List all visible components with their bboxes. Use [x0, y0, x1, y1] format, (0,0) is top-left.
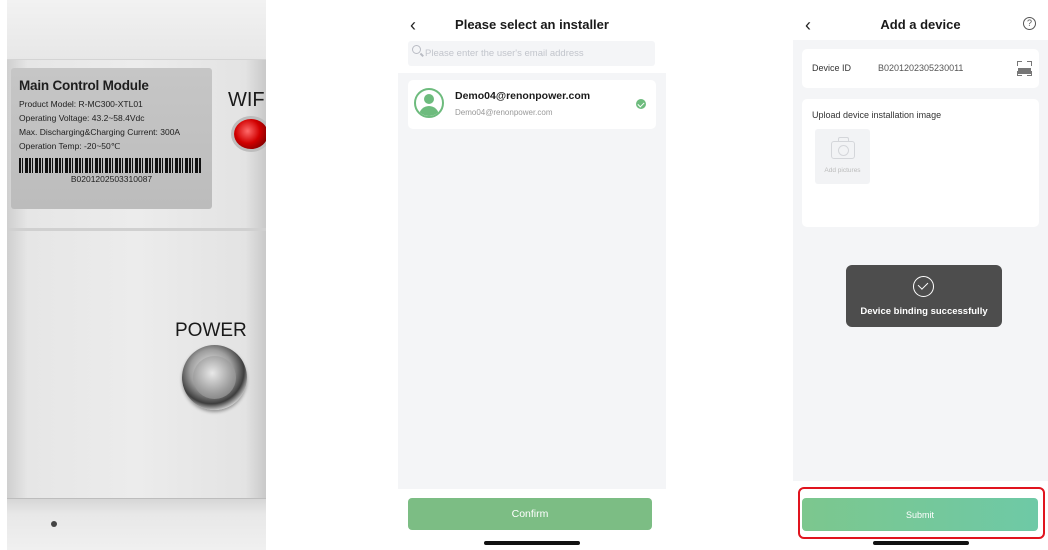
barcode-serial: B0201202503310087: [70, 174, 153, 184]
toast-message: Device binding successfully: [860, 306, 988, 317]
label-title: Main Control Module: [19, 78, 149, 93]
home-indicator: [872, 541, 969, 545]
installer-name: Demo04@renonpower.com: [455, 90, 591, 102]
wifi-label: WIFI: [228, 89, 266, 111]
power-label: POWER: [175, 320, 247, 341]
barcode: [19, 158, 201, 173]
confirm-button[interactable]: Confirm: [408, 498, 652, 530]
success-toast: Device binding successfully: [846, 265, 1002, 327]
label-current: Max. Discharging&Charging Current: 300A: [19, 127, 181, 137]
upload-image-card: Upload device installation image Add pic…: [802, 99, 1039, 227]
device-id-label: Device ID: [812, 63, 852, 73]
select-installer-screen: ‹ Please select an installer Demo04@reno…: [398, 0, 666, 550]
check-circle-icon: [636, 99, 646, 109]
question-circle-icon[interactable]: ?: [1023, 17, 1036, 30]
avatar-head: [424, 94, 434, 104]
home-indicator: [484, 541, 580, 545]
device-label-sticker: Main Control Module Product Model: R-MC3…: [11, 68, 212, 209]
label-temp: Operation Temp: -20~50℃: [19, 141, 121, 151]
photo-bottom-band: [7, 498, 266, 550]
photo-top-band: [7, 0, 266, 60]
device-id-row: Device ID B0201202305230011: [802, 49, 1039, 88]
search-icon: [412, 45, 421, 54]
device-id-value: B0201202305230011: [878, 63, 964, 73]
search-input[interactable]: [425, 41, 650, 66]
power-button: [182, 345, 247, 410]
avatar: [414, 88, 444, 118]
scan-line: [1018, 68, 1031, 74]
check-circle-icon: [913, 276, 934, 297]
page-title: Please select an installer: [455, 17, 609, 32]
nav-bar: ‹ Please select an installer: [398, 14, 666, 38]
screw-hole: [51, 521, 57, 527]
photo-seam: [7, 228, 266, 231]
status-bar: [793, 0, 1048, 6]
add-device-screen: ‹ Add a device ? Device ID B020120230523…: [793, 0, 1048, 550]
status-bar: [398, 0, 666, 6]
installer-email: Demo04@renonpower.com: [455, 108, 553, 117]
add-pictures-button[interactable]: Add pictures: [815, 129, 870, 184]
add-pictures-label: Add pictures: [824, 167, 861, 174]
page-title: Add a device: [880, 17, 961, 32]
avatar-body: [419, 106, 439, 116]
label-model: Product Model: R-MC300-XTL01: [19, 99, 143, 109]
scan-icon[interactable]: [1017, 61, 1032, 76]
camera-icon: [831, 137, 855, 159]
nav-bar: ‹ Add a device ?: [793, 14, 1048, 38]
highlight-box: [798, 487, 1045, 539]
scan-corner: [1017, 61, 1022, 66]
device-photo: Main Control Module Product Model: R-MC3…: [7, 0, 266, 550]
label-voltage: Operating Voltage: 43.2~58.4Vdc: [19, 113, 145, 123]
power-button-cap: [193, 356, 236, 399]
installer-list-item[interactable]: Demo04@renonpower.com Demo04@renonpower.…: [408, 80, 656, 129]
search-box[interactable]: [408, 41, 655, 66]
upload-title: Upload device installation image: [812, 110, 942, 120]
scan-corner: [1027, 61, 1032, 66]
wifi-led: [234, 119, 266, 149]
